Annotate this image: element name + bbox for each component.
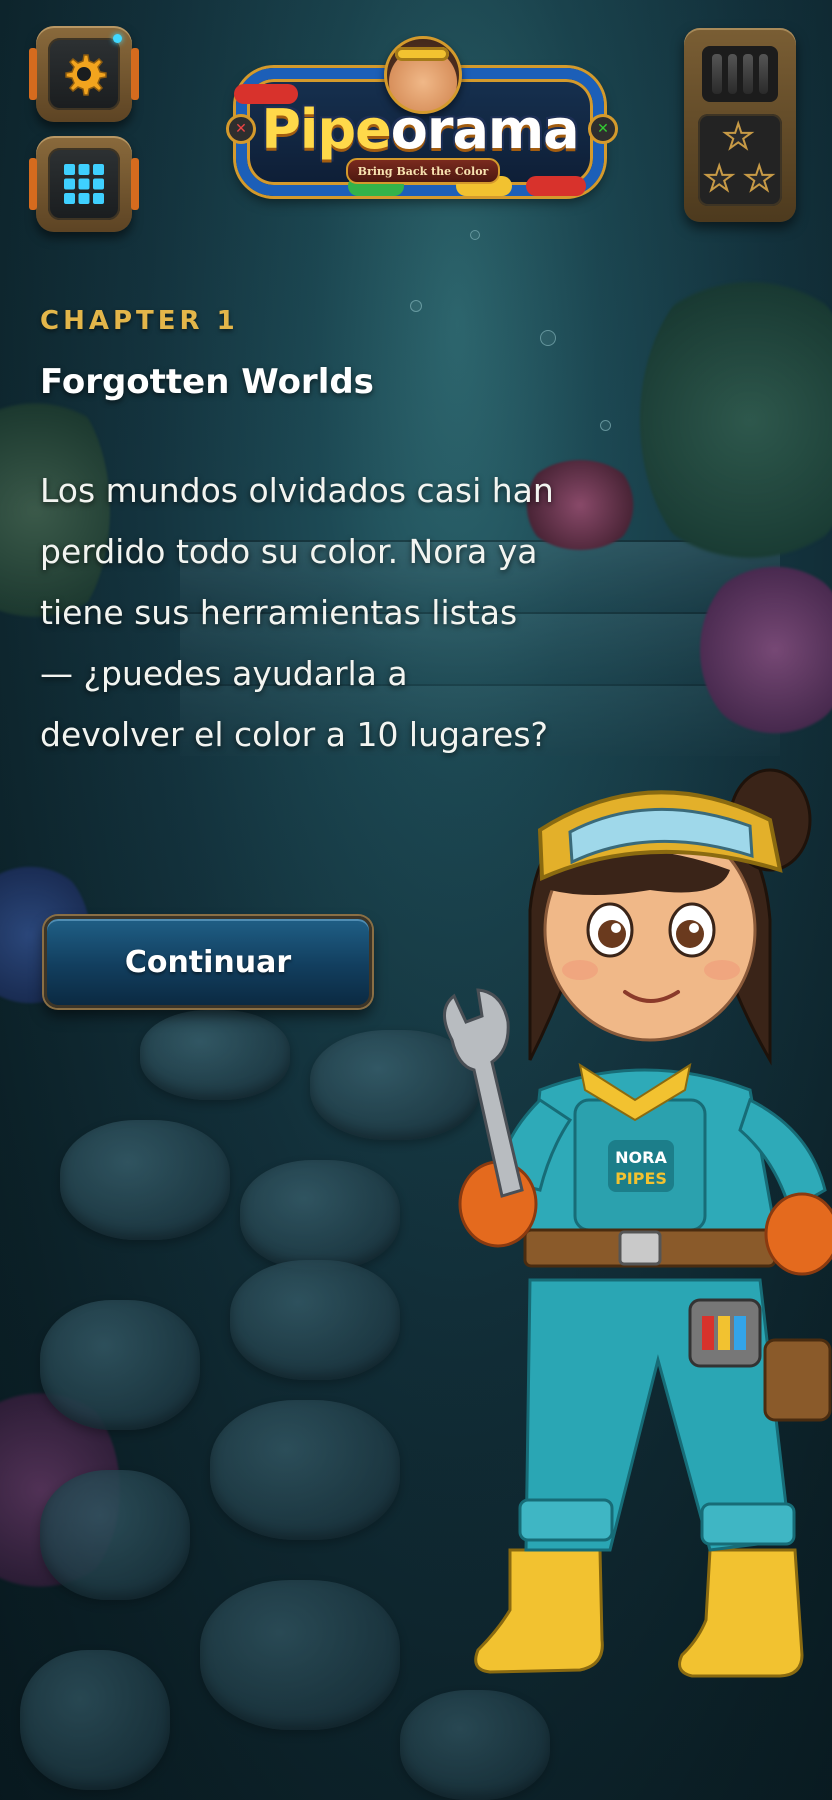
star-icon: ★	[743, 159, 776, 199]
bib-text-line1: NORA	[615, 1148, 667, 1167]
stars-panel[interactable]: ★ ★ ★	[684, 28, 796, 222]
logo-title: Pipeorama	[236, 98, 604, 161]
gear-icon	[65, 54, 107, 96]
settings-button[interactable]	[29, 26, 139, 122]
stars-slots: ★ ★ ★	[698, 114, 782, 206]
chapter-title: Forgotten Worlds	[40, 362, 374, 402]
nora-character: NORA PIPES	[443, 768, 832, 1678]
status-light	[113, 34, 122, 43]
chapter-label: CHAPTER 1	[40, 306, 239, 336]
game-logo: ✕ ✕ Pipeorama Bring Back the Color	[226, 36, 618, 208]
level-select-button[interactable]	[29, 136, 139, 232]
logo-pipe-segment	[526, 176, 586, 196]
vent-grille	[702, 46, 778, 102]
continue-button[interactable]: Continuar	[44, 916, 372, 1008]
grid-icon-frame	[48, 148, 120, 220]
story-text: Los mundos olvidados casi han perdido to…	[40, 471, 554, 754]
logo-subtitle: Bring Back the Color	[346, 158, 500, 184]
star-icon: ★	[722, 117, 755, 157]
logo-title-part1: Pipe	[261, 98, 391, 161]
settings-icon-frame	[48, 38, 120, 110]
bib-text-line2: PIPES	[615, 1169, 667, 1188]
logo-title-part2: orama	[390, 98, 580, 161]
grid-icon	[64, 164, 104, 204]
star-icon: ★	[703, 159, 736, 199]
